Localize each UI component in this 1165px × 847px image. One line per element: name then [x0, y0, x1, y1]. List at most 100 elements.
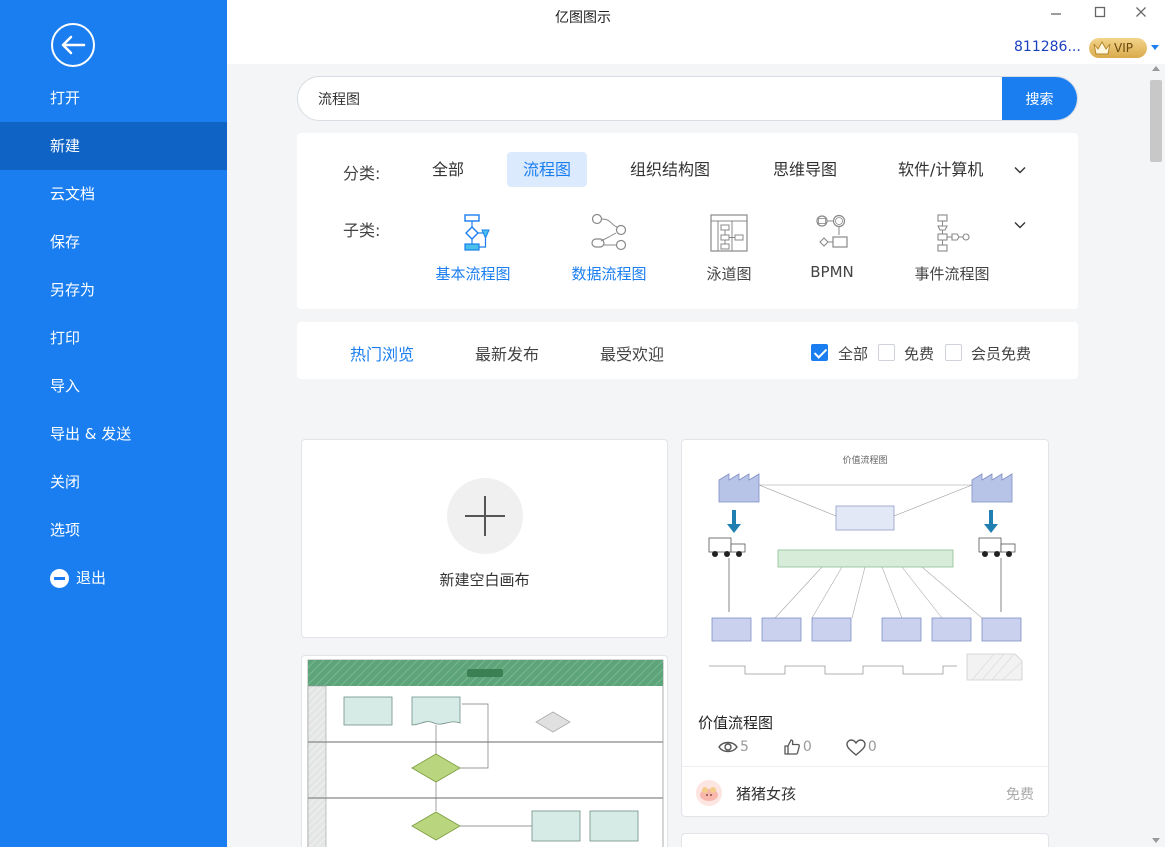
scroll-thumb[interactable] — [1150, 80, 1162, 162]
sort-tab-popular[interactable]: 热门浏览 — [350, 341, 414, 365]
views-stat: 5 — [718, 739, 749, 755]
chevron-down-icon[interactable] — [1014, 219, 1026, 231]
thumbs-up-icon — [784, 739, 800, 755]
template-footer: 猪猪女孩 免费 — [682, 766, 1048, 816]
sidebar-item-label: 云文档 — [50, 185, 96, 203]
template-card-swimlane[interactable] — [301, 655, 668, 847]
template-card-value-stream[interactable]: 价值流程图 价值流程图 5 0 0 猪猪女孩 免费 — [681, 439, 1049, 817]
maximize-button[interactable] — [1090, 4, 1110, 22]
arrow-left-icon — [61, 35, 86, 55]
sidebar-item-export-send[interactable]: 导出 & 发送 — [0, 410, 227, 458]
data-flowchart-icon — [591, 213, 627, 251]
filter-free-checkbox[interactable] — [878, 344, 895, 361]
subcategory-swimlane[interactable]: 泳道图 — [695, 213, 763, 284]
sidebar-item-label: 打印 — [50, 329, 81, 347]
likes-count: 0 — [802, 739, 812, 755]
search-input[interactable] — [298, 77, 1003, 120]
sidebar-item-new[interactable]: 新建 — [0, 122, 227, 170]
scroll-up-icon[interactable] — [1152, 66, 1160, 71]
new-blank-canvas-card[interactable]: 新建空白画布 — [301, 439, 668, 638]
sort-tab-most-liked[interactable]: 最受欢迎 — [600, 341, 664, 365]
sidebar-item-label: 打开 — [50, 89, 81, 107]
sidebar-item-label: 另存为 — [50, 281, 96, 299]
chevron-down-icon[interactable] — [1014, 164, 1026, 176]
bpmn-icon — [816, 214, 848, 248]
basic-flowchart-icon — [464, 214, 490, 251]
subcategory-basic-flowchart[interactable]: 基本流程图 — [432, 213, 514, 284]
sidebar-item-exit[interactable]: 退出 — [0, 554, 227, 602]
views-count: 5 — [740, 739, 749, 755]
vip-badge[interactable]: VIP — [1089, 38, 1147, 58]
sidebar-item-label: 导入 — [50, 377, 81, 395]
minimize-icon — [1051, 13, 1061, 15]
sidebar-item-label: 导出 & 发送 — [50, 425, 132, 443]
vertical-scrollbar[interactable] — [1147, 64, 1165, 847]
app-title: 亿图图示 — [555, 10, 611, 26]
subcategory-bpmn[interactable]: BPMN — [800, 213, 864, 281]
plus-icon — [447, 478, 523, 554]
likes-stat[interactable]: 0 — [783, 738, 812, 756]
template-preview: 价值流程图 — [708, 454, 1023, 681]
close-icon — [1136, 7, 1146, 17]
sidebar-item-save[interactable]: 保存 — [0, 218, 227, 266]
preview-title: 价值流程图 — [842, 454, 887, 466]
template-preview — [307, 659, 664, 847]
sidebar-item-label: 保存 — [50, 233, 81, 251]
favorites-count: 0 — [867, 739, 877, 755]
sidebar: 打开 新建 云文档 保存 另存为 打印 导入 导出 & 发送 关闭 选项 退出 — [0, 0, 227, 847]
filter-member-free-checkbox[interactable] — [945, 344, 962, 361]
user-id[interactable]: 811286... — [1014, 39, 1081, 55]
subcategory-label-text: 事件流程图 — [914, 265, 990, 283]
sidebar-item-cloud-docs[interactable]: 云文档 — [0, 170, 227, 218]
author-name[interactable]: 猪猪女孩 — [736, 783, 796, 804]
sidebar-menu: 打开 新建 云文档 保存 另存为 打印 导入 导出 & 发送 关闭 选项 退出 — [0, 74, 227, 602]
category-tab-mind-map[interactable]: 思维导图 — [757, 152, 853, 187]
subcategory-label-text: BPMN — [810, 263, 854, 281]
filter-all-checkbox[interactable] — [811, 344, 828, 361]
sidebar-item-label: 关闭 — [50, 473, 81, 491]
search-button[interactable]: 搜索 — [1002, 77, 1077, 120]
sort-tab-newest[interactable]: 最新发布 — [475, 341, 539, 365]
subcategory-label: 子类: — [343, 221, 381, 240]
back-button[interactable] — [51, 23, 95, 67]
subcategory-data-flowchart[interactable]: 数据流程图 — [568, 213, 650, 284]
exit-icon — [50, 568, 69, 588]
favorites-stat[interactable]: 0 — [846, 738, 877, 756]
avatar[interactable] — [696, 780, 722, 806]
minimize-button[interactable] — [1046, 4, 1066, 22]
filter-free-label: 免费 — [904, 345, 935, 363]
close-window-button[interactable] — [1131, 4, 1151, 22]
category-tab-all[interactable]: 全部 — [416, 152, 480, 187]
vip-crown-icon — [1093, 41, 1111, 55]
sort-bar: 热门浏览 最新发布 最受欢迎 全部 免费 会员免费 — [297, 322, 1078, 379]
subcategory-label-text: 泳道图 — [706, 265, 752, 283]
sidebar-item-print[interactable]: 打印 — [0, 314, 227, 362]
category-tab-flowchart[interactable]: 流程图 — [507, 152, 588, 187]
sidebar-item-options[interactable]: 选项 — [0, 506, 227, 554]
sidebar-item-label: 选项 — [50, 521, 81, 539]
sidebar-item-label: 退出 — [76, 569, 107, 587]
template-card-partial[interactable] — [681, 833, 1049, 847]
sidebar-item-open[interactable]: 打开 — [0, 74, 227, 122]
sidebar-item-import[interactable]: 导入 — [0, 362, 227, 410]
category-tab-software[interactable]: 软件/计算机 — [882, 152, 999, 187]
sidebar-item-save-as[interactable]: 另存为 — [0, 266, 227, 314]
sidebar-item-close[interactable]: 关闭 — [0, 458, 227, 506]
price-badge: 免费 — [1006, 787, 1034, 803]
vip-label: VIP — [1114, 41, 1133, 55]
subcategory-label-text: 数据流程图 — [571, 265, 647, 283]
category-label: 分类: — [343, 164, 381, 183]
filter-all-label: 全部 — [838, 345, 869, 363]
category-tab-org-chart[interactable]: 组织结构图 — [614, 152, 726, 187]
scroll-down-icon[interactable] — [1152, 838, 1160, 843]
search-bar: 搜索 — [297, 76, 1078, 121]
swimlane-icon — [710, 214, 748, 252]
heart-icon — [846, 738, 866, 756]
maximize-icon — [1094, 6, 1106, 18]
subcategory-label-text: 基本流程图 — [435, 265, 511, 283]
subcategory-event-flowchart[interactable]: 事件流程图 — [910, 213, 994, 284]
eye-icon — [718, 741, 738, 753]
user-menu-caret-icon[interactable] — [1151, 45, 1159, 50]
template-stats: 5 0 0 — [718, 738, 911, 756]
sidebar-item-label: 新建 — [50, 137, 81, 155]
